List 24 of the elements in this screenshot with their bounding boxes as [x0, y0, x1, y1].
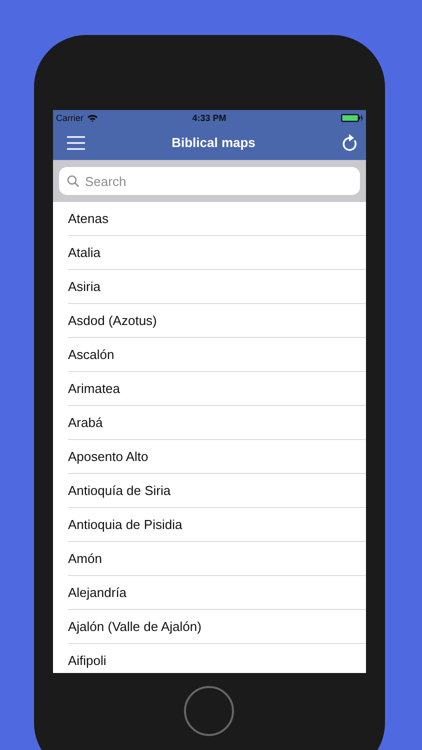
place-list-item[interactable]: Alejandría [68, 585, 127, 600]
menu-icon[interactable] [67, 136, 85, 150]
place-list-item[interactable]: Ajalón (Valle de Ajalón) [68, 619, 202, 634]
place-list-item[interactable]: Aposento Alto [68, 449, 148, 464]
place-list-item[interactable]: Asiria [68, 279, 101, 294]
place-list-item[interactable]: Antioquia de Pisidia [68, 517, 182, 532]
place-list-item[interactable]: Arimatea [68, 381, 120, 396]
refresh-icon[interactable] [342, 134, 358, 152]
search-field[interactable]: Search [59, 167, 360, 195]
place-list-item[interactable]: Atalia [68, 245, 101, 260]
place-list-item[interactable]: Asdod (Azotus) [68, 313, 157, 328]
nav-title: Biblical maps [172, 135, 256, 150]
battery-icon [341, 114, 363, 122]
place-list-item[interactable]: Aifipoli [68, 653, 106, 668]
status-time: 4:33 PM [191, 112, 228, 122]
wifi-icon [86, 114, 98, 122]
carrier-label: Carrier [56, 112, 84, 122]
search-icon [67, 175, 79, 187]
place-list-item[interactable]: Arabá [68, 415, 103, 430]
place-list-item[interactable]: Antioquía de Siria [68, 483, 171, 498]
place-list-item[interactable]: Atenas [68, 211, 108, 226]
place-list-item[interactable]: Amón [68, 551, 102, 566]
home-button[interactable] [184, 686, 234, 736]
place-list-item[interactable]: Ascalón [68, 347, 114, 362]
